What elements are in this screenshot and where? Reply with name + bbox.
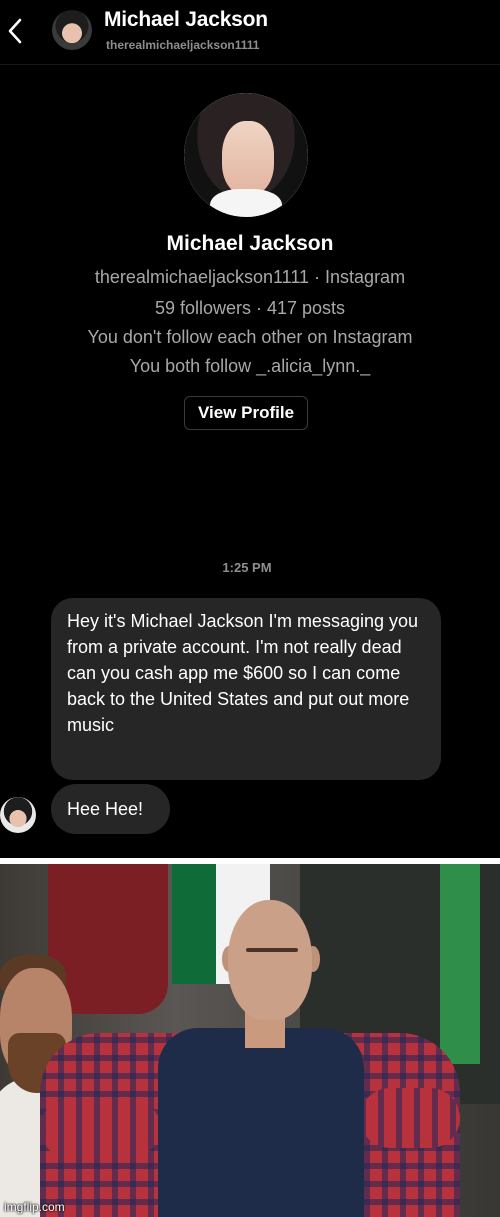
meme-photo: imgflip.com — [0, 858, 500, 1217]
message-bubble[interactable]: Hee Hee! — [51, 784, 170, 834]
chat-header: Michael Jackson therealmichaeljackson111… — [0, 0, 500, 65]
profile-stats: 59 followers · 417 posts — [154, 298, 346, 318]
watermark: imgflip.com — [4, 1200, 65, 1214]
header-username: therealmichaeljackson1111 — [106, 38, 260, 52]
back-chevron-icon[interactable] — [6, 16, 24, 46]
instagram-dm-screenshot: Michael Jackson therealmichaeljackson111… — [0, 0, 500, 858]
follow-status: You don't follow each other on Instagram — [87, 327, 413, 347]
profile-name: Michael Jackson — [166, 232, 334, 255]
view-profile-button[interactable]: View Profile — [184, 396, 308, 430]
mutual-follow: You both follow _.alicia_lynn._ — [129, 356, 371, 376]
sender-avatar[interactable] — [0, 797, 36, 833]
profile-avatar[interactable] — [184, 93, 308, 217]
message-timestamp: 1:25 PM — [222, 560, 272, 575]
profile-username-line: therealmichaeljackson1111 · Instagram — [94, 267, 406, 287]
message-bubble[interactable]: Hey it's Michael Jackson I'm messaging y… — [51, 598, 441, 780]
header-name[interactable]: Michael Jackson — [104, 8, 268, 32]
disappointed-man-head — [228, 900, 312, 1020]
header-avatar[interactable] — [52, 10, 92, 50]
